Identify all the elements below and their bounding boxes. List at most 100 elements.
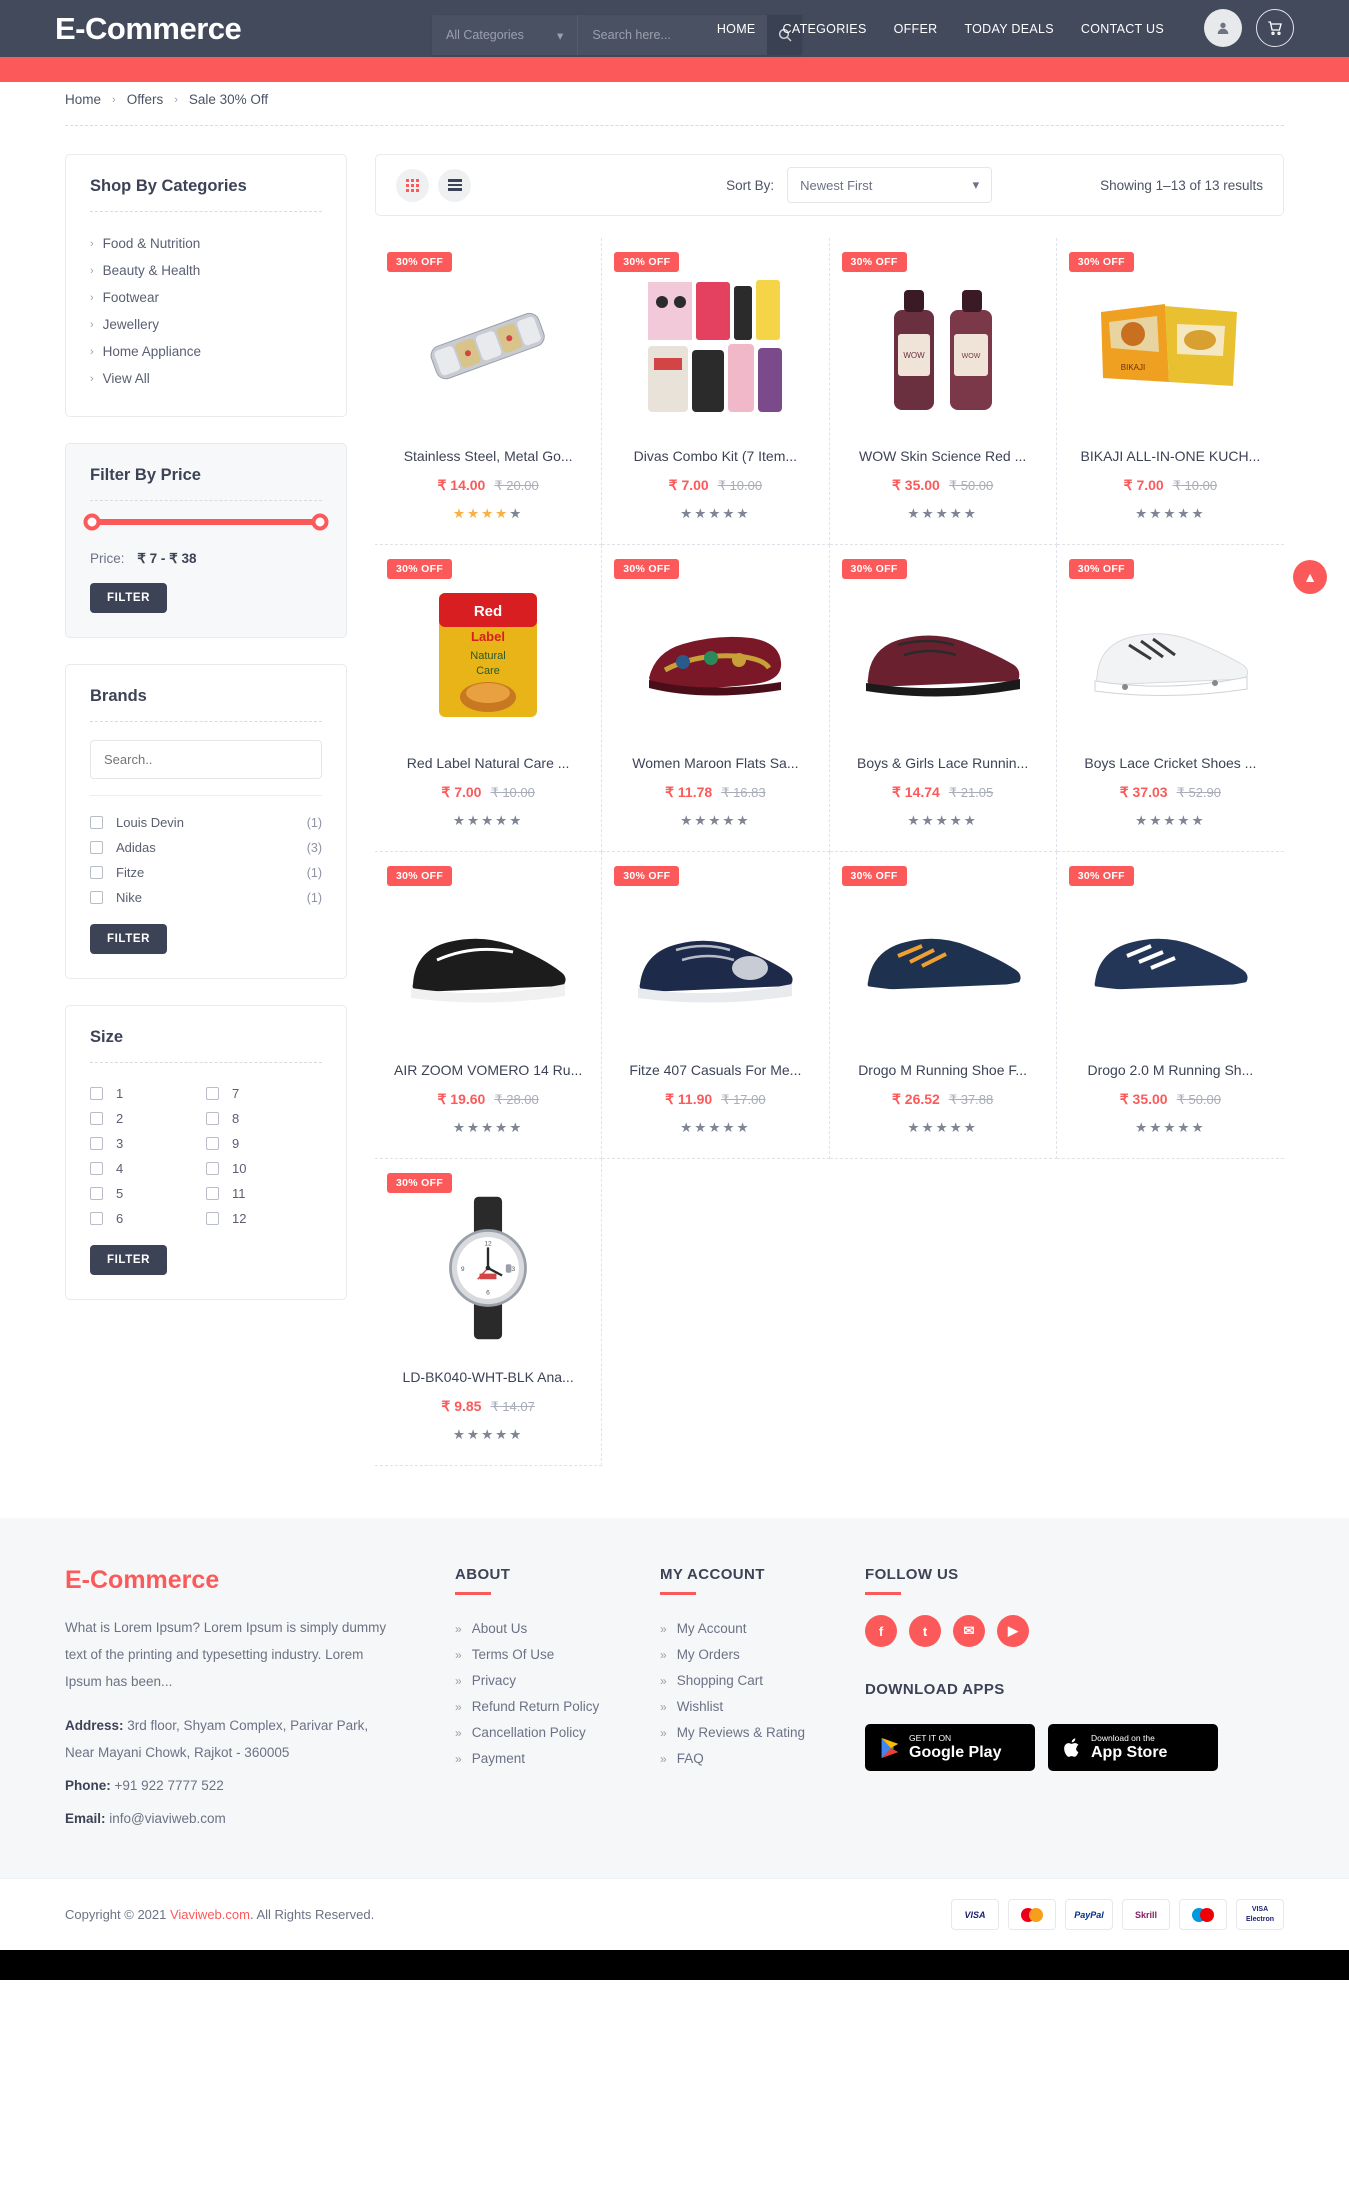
breadcrumb-item-offers[interactable]: Offers: [127, 92, 164, 107]
google-play-button[interactable]: GET IT ON Google Play: [865, 1724, 1035, 1772]
product-card[interactable]: 30% OFF BIKAJI BIKAJI ALL-IN-ONE KUCH... ₹ …: [1056, 238, 1284, 545]
product-card[interactable]: 30% OFF Fitze 407 Casuals For Me... ₹ 11.9…: [602, 852, 830, 1159]
footer-link-my-reviews-rating[interactable]: » My Reviews & Rating: [660, 1719, 865, 1745]
size-filter-button[interactable]: FILTER: [90, 1245, 167, 1275]
product-card[interactable]: 30% OFF Divas Combo Kit (7 Item... ₹ 7.00 ₹…: [602, 238, 830, 545]
product-card[interactable]: 30% OFF Boys & Girls Lace Runnin... ₹ 14.7…: [829, 545, 1057, 852]
email-value[interactable]: info@viaviweb.com: [109, 1811, 226, 1826]
user-account-icon[interactable]: [1204, 9, 1242, 47]
product-name[interactable]: AIR ZOOM VOMERO 14 Ru...: [387, 1062, 589, 1078]
sidebar-item-footwear[interactable]: › Footwear: [90, 284, 322, 311]
size-option-9[interactable]: 9: [206, 1131, 322, 1156]
product-rating[interactable]: ★★★★★: [842, 1120, 1044, 1136]
facebook-icon[interactable]: f: [865, 1615, 897, 1647]
checkbox-icon[interactable]: [90, 841, 103, 854]
size-option-5[interactable]: 5: [90, 1181, 206, 1206]
product-rating[interactable]: ★★★★★: [1069, 1120, 1272, 1136]
checkbox-icon[interactable]: [206, 1137, 219, 1150]
sidebar-item-home-appliance[interactable]: › Home Appliance: [90, 338, 322, 365]
sidebar-item-view-all[interactable]: › View All: [90, 365, 322, 392]
product-rating[interactable]: ★★★★★: [387, 1120, 589, 1136]
size-option-11[interactable]: 11: [206, 1181, 322, 1206]
scroll-to-top-icon[interactable]: ▲: [1293, 560, 1327, 594]
product-name[interactable]: Women Maroon Flats Sa...: [614, 755, 816, 771]
youtube-icon[interactable]: ▶: [997, 1615, 1029, 1647]
footer-link-cancellation-policy[interactable]: » Cancellation Policy: [455, 1719, 660, 1745]
product-rating[interactable]: ★★★★★: [1069, 813, 1272, 829]
checkbox-icon[interactable]: [90, 1187, 103, 1200]
list-view-icon[interactable]: [438, 168, 471, 202]
product-card[interactable]: 30% OFF Women Maroon Flats Sa... ₹ 11.78 ₹ …: [602, 545, 830, 852]
size-option-7[interactable]: 7: [206, 1081, 322, 1106]
brand-filter-button[interactable]: FILTER: [90, 924, 167, 954]
footer-link-wishlist[interactable]: » Wishlist: [660, 1693, 865, 1719]
checkbox-icon[interactable]: [90, 1137, 103, 1150]
product-card[interactable]: 30% OFF Stainless Steel, Metal Go... ₹ 14.…: [375, 238, 603, 545]
brand-option-fitze[interactable]: Fitze (1): [90, 860, 322, 885]
product-name[interactable]: Boys Lace Cricket Shoes ...: [1069, 755, 1272, 771]
product-rating[interactable]: ★★★★★: [1069, 506, 1272, 522]
product-rating[interactable]: ★★★★★: [614, 813, 816, 829]
product-name[interactable]: Drogo 2.0 M Running Sh...: [1069, 1062, 1272, 1078]
sidebar-item-food-nutrition[interactable]: › Food & Nutrition: [90, 230, 322, 257]
checkbox-icon[interactable]: [206, 1187, 219, 1200]
size-option-8[interactable]: 8: [206, 1106, 322, 1131]
product-card[interactable]: 30% OFF Drogo 2.0 M Running Sh... ₹ 35.00 ₹…: [1056, 852, 1284, 1159]
footer-link-my-orders[interactable]: » My Orders: [660, 1641, 865, 1667]
brand-option-louis-devin[interactable]: Louis Devin (1): [90, 810, 322, 835]
product-card[interactable]: 30% OFF Drogo M Running Shoe F... ₹ 26.52 ₹…: [829, 852, 1057, 1159]
checkbox-icon[interactable]: [90, 1162, 103, 1175]
checkbox-icon[interactable]: [206, 1112, 219, 1125]
checkbox-icon[interactable]: [90, 1212, 103, 1225]
brand-option-adidas[interactable]: Adidas (3): [90, 835, 322, 860]
product-rating[interactable]: ★★★★★: [842, 813, 1044, 829]
product-rating[interactable]: ★★★★★: [614, 506, 816, 522]
product-name[interactable]: BIKAJI ALL-IN-ONE KUCH...: [1069, 448, 1272, 464]
footer-link-refund-return-policy[interactable]: » Refund Return Policy: [455, 1693, 660, 1719]
phone-value[interactable]: +91 922 7777 522: [115, 1778, 224, 1793]
email-icon[interactable]: ✉: [953, 1615, 985, 1647]
sidebar-item-beauty-health[interactable]: › Beauty & Health: [90, 257, 322, 284]
price-slider-max-handle[interactable]: [311, 513, 329, 531]
site-logo[interactable]: E-Commerce: [55, 11, 242, 47]
footer-link-faq[interactable]: » FAQ: [660, 1745, 865, 1771]
checkbox-icon[interactable]: [90, 1087, 103, 1100]
checkbox-icon[interactable]: [90, 816, 103, 829]
sidebar-item-jewellery[interactable]: › Jewellery: [90, 311, 322, 338]
sort-select[interactable]: Newest First ▾: [787, 167, 993, 203]
size-option-6[interactable]: 6: [90, 1206, 206, 1231]
footer-link-privacy[interactable]: » Privacy: [455, 1667, 660, 1693]
product-rating[interactable]: ★★★★★: [387, 1427, 589, 1443]
size-option-12[interactable]: 12: [206, 1206, 322, 1231]
product-name[interactable]: Drogo M Running Shoe F...: [842, 1062, 1044, 1078]
footer-link-terms-of-use[interactable]: » Terms Of Use: [455, 1641, 660, 1667]
brand-option-nike[interactable]: Nike (1): [90, 885, 322, 910]
product-name[interactable]: Stainless Steel, Metal Go...: [387, 448, 589, 464]
product-name[interactable]: Fitze 407 Casuals For Me...: [614, 1062, 816, 1078]
checkbox-icon[interactable]: [90, 866, 103, 879]
copyright-link[interactable]: Viaviweb.com: [170, 1907, 250, 1922]
product-rating[interactable]: ★★★★★: [842, 506, 1044, 522]
nav-item-categories[interactable]: CATEGORIES: [783, 22, 867, 36]
footer-link-my-account[interactable]: » My Account: [660, 1615, 865, 1641]
shopping-cart-icon[interactable]: [1256, 9, 1294, 47]
app-store-button[interactable]: Download on the App Store: [1048, 1724, 1218, 1772]
product-name[interactable]: WOW Skin Science Red ...: [842, 448, 1044, 464]
product-name[interactable]: LD-BK040-WHT-BLK Ana...: [387, 1369, 589, 1385]
footer-link-payment[interactable]: » Payment: [455, 1745, 660, 1771]
price-filter-button[interactable]: FILTER: [90, 583, 167, 613]
product-card[interactable]: 30% OFF WOW WOW WOW Skin Science Red ... ₹ 3…: [829, 238, 1057, 545]
breadcrumb-item-home[interactable]: Home: [65, 92, 101, 107]
nav-item-home[interactable]: HOME: [717, 22, 756, 36]
size-option-1[interactable]: 1: [90, 1081, 206, 1106]
grid-view-icon[interactable]: [396, 168, 429, 202]
checkbox-icon[interactable]: [90, 891, 103, 904]
checkbox-icon[interactable]: [206, 1087, 219, 1100]
product-card[interactable]: 30% OFF Boys Lace Cricket Shoes ... ₹ 37.0…: [1056, 545, 1284, 852]
nav-item-contact-us[interactable]: CONTACT US: [1081, 22, 1164, 36]
nav-item-offer[interactable]: OFFER: [894, 22, 938, 36]
checkbox-icon[interactable]: [206, 1162, 219, 1175]
product-name[interactable]: Red Label Natural Care ...: [387, 755, 589, 771]
checkbox-icon[interactable]: [206, 1212, 219, 1225]
price-range-slider[interactable]: [83, 513, 329, 531]
